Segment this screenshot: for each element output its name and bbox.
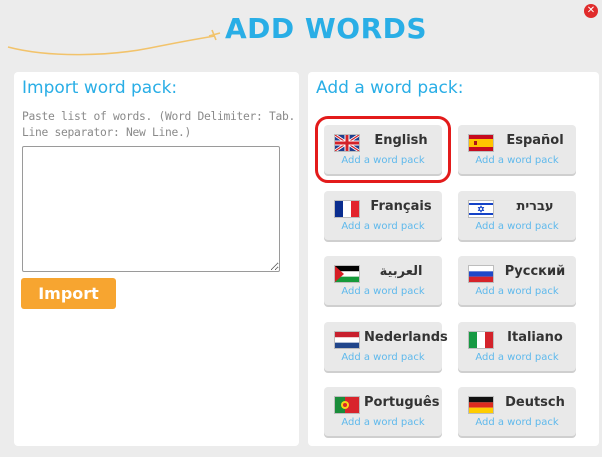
title-swirl-decoration bbox=[7, 29, 221, 56]
pack-espanol[interactable]: Español Add a word pack bbox=[458, 125, 576, 174]
italy-flag-icon bbox=[468, 331, 494, 349]
pack-name: Русский bbox=[504, 264, 566, 279]
page-title: ADD WORDS bbox=[225, 12, 428, 45]
pack-link[interactable]: Add a word pack bbox=[458, 417, 576, 428]
pack-name: Nederlands bbox=[364, 330, 448, 345]
pack-portugues[interactable]: Português Add a word pack bbox=[324, 387, 442, 436]
pack-link[interactable]: Add a word pack bbox=[324, 221, 442, 232]
arabic-flag-icon bbox=[334, 265, 360, 283]
russia-flag-icon bbox=[468, 265, 494, 283]
import-hint: Paste list of words. (Word Delimiter: Ta… bbox=[22, 110, 296, 139]
pack-italiano[interactable]: Italiano Add a word pack bbox=[458, 322, 576, 371]
pack-link[interactable]: Add a word pack bbox=[324, 286, 442, 297]
pack-link[interactable]: Add a word pack bbox=[458, 352, 576, 363]
packs-heading: Add a word pack: bbox=[316, 78, 464, 98]
pack-name: Français bbox=[370, 199, 432, 214]
pack-name: Español bbox=[506, 133, 564, 148]
pack-link[interactable]: Add a word pack bbox=[458, 221, 576, 232]
pack-name: العربية bbox=[379, 264, 423, 279]
import-button[interactable]: Import bbox=[21, 278, 116, 309]
pack-deutsch[interactable]: Deutsch Add a word pack bbox=[458, 387, 576, 436]
header: ADD WORDS ✕ bbox=[0, 0, 602, 68]
germany-flag-icon bbox=[468, 396, 494, 414]
close-icon[interactable]: ✕ bbox=[584, 4, 598, 18]
pack-hebrew[interactable]: עברית Add a word pack bbox=[458, 191, 576, 240]
netherlands-flag-icon bbox=[334, 331, 360, 349]
uk-flag-icon bbox=[334, 134, 360, 152]
word-packs-panel: Add a word pack: English Add a word pack… bbox=[308, 72, 599, 446]
pack-link[interactable]: Add a word pack bbox=[458, 286, 576, 297]
pack-name: Italiano bbox=[507, 330, 563, 345]
pack-link[interactable]: Add a word pack bbox=[324, 352, 442, 363]
pack-name: Deutsch bbox=[505, 395, 565, 410]
pack-link[interactable]: Add a word pack bbox=[324, 155, 442, 166]
pack-francais[interactable]: Français Add a word pack bbox=[324, 191, 442, 240]
pack-name: Português bbox=[364, 395, 440, 410]
pack-link[interactable]: Add a word pack bbox=[458, 155, 576, 166]
import-heading: Import word pack: bbox=[22, 78, 178, 98]
pack-arabic[interactable]: العربية Add a word pack bbox=[324, 256, 442, 305]
portugal-flag-icon bbox=[334, 396, 360, 414]
pack-russian[interactable]: Русский Add a word pack bbox=[458, 256, 576, 305]
pack-english[interactable]: English Add a word pack bbox=[315, 116, 451, 183]
pack-name: עברית bbox=[516, 199, 554, 214]
pack-nederlands[interactable]: Nederlands Add a word pack bbox=[324, 322, 448, 371]
pack-link[interactable]: Add a word pack bbox=[324, 417, 442, 428]
word-list-textarea[interactable] bbox=[22, 146, 280, 272]
import-panel: Import word pack: Paste list of words. (… bbox=[14, 72, 299, 446]
israel-flag-icon bbox=[468, 200, 494, 218]
spain-flag-icon bbox=[468, 134, 494, 152]
pack-name: English bbox=[374, 133, 428, 148]
france-flag-icon bbox=[334, 200, 360, 218]
